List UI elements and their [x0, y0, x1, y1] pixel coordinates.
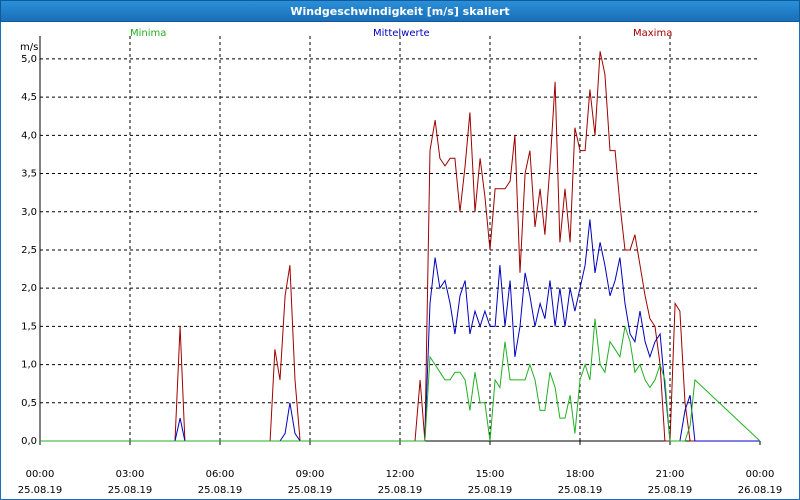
x-tick-date: 25.08.19 [558, 485, 603, 496]
x-tick-time: 12:00 [386, 469, 415, 480]
x-tick-time: 00:00 [26, 469, 55, 480]
y-tick-label: 4,5 [21, 92, 37, 103]
y-tick-label: 0,0 [21, 436, 37, 447]
grid-lines [40, 36, 760, 442]
x-tick-date: 25.08.19 [108, 485, 153, 496]
legend-minima: Minima [130, 28, 166, 39]
y-tick-label: 4,0 [21, 130, 37, 141]
x-tick-time: 15:00 [476, 469, 505, 480]
x-tick-date: 25.08.19 [288, 485, 333, 496]
y-tick-label: 3,0 [21, 207, 37, 218]
y-tick-label: 0,5 [21, 398, 37, 409]
x-tick-time: 03:00 [116, 469, 145, 480]
y-tick-label: 3,5 [21, 169, 37, 180]
x-tick-date: 25.08.19 [468, 485, 513, 496]
y-tick-label: 1,0 [21, 360, 37, 371]
legend-maxima: Maxima [633, 28, 672, 39]
legend-mittelwerte: Mittelwerte [373, 28, 430, 39]
x-tick-time: 18:00 [566, 469, 595, 480]
x-tick-date: 26.08.19 [738, 485, 783, 496]
y-tick-label: 1,5 [21, 321, 37, 332]
x-tick-date: 25.08.19 [18, 485, 63, 496]
x-tick-date: 25.08.19 [648, 485, 693, 496]
x-tick-time: 21:00 [656, 469, 685, 480]
wind-speed-chart: m/s Minima Mittelwerte Maxima 0,0 0,5 1,0 1… [18, 28, 783, 496]
x-tick-time: 06:00 [206, 469, 235, 480]
window-title: Windgeschwindigkeit [m/s] skaliert [0, 0, 800, 22]
x-tick-date: 25.08.19 [378, 485, 423, 496]
x-tick-date: 25.08.19 [198, 485, 243, 496]
y-tick-label: 2,5 [21, 245, 37, 256]
y-tick-label: 5,0 [21, 54, 37, 65]
legend: Minima Mittelwerte Maxima [130, 28, 672, 39]
x-tick-time: 00:00 [746, 469, 775, 480]
y-tick-label: 2,0 [21, 283, 37, 294]
y-axis-label: m/s [20, 42, 38, 53]
x-tick-time: 09:00 [296, 469, 325, 480]
